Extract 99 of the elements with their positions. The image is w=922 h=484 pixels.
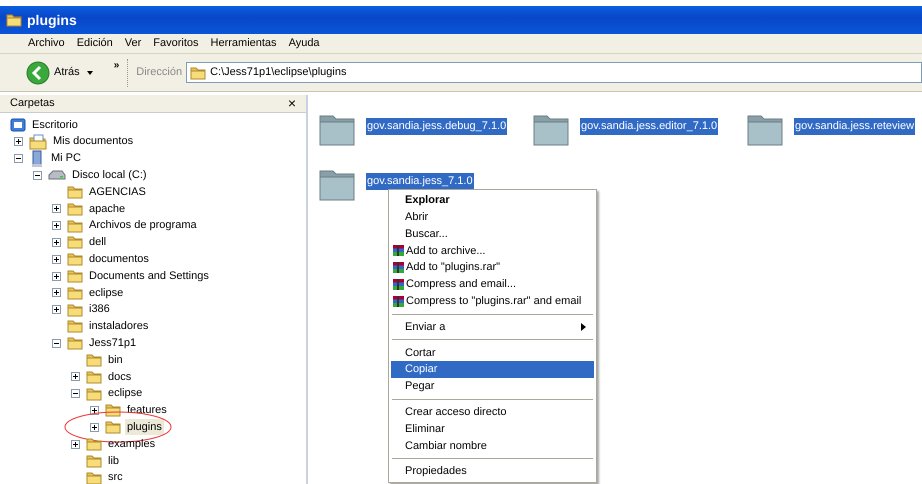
menu-item[interactable]: Compress to "plugins.rar" and email [391, 292, 594, 310]
collapse-icon[interactable] [33, 170, 42, 180]
menu-item[interactable]: Abrir [391, 208, 594, 226]
tree-item[interactable]: docs [106, 368, 134, 386]
folder-icon [105, 419, 121, 436]
archive-icon [392, 278, 405, 291]
tree-item[interactable]: Mis documentos [51, 133, 136, 150]
menu-item[interactable]: Edición [70, 35, 119, 52]
folder-icon [86, 352, 102, 368]
tree-item[interactable]: examples [106, 436, 158, 452]
expand-icon[interactable] [52, 272, 61, 281]
desktop-icon [10, 116, 26, 133]
collapse-icon[interactable] [14, 154, 23, 163]
folder-icon [6, 12, 22, 28]
menu-item[interactable]: Cambiar nombre [391, 437, 594, 454]
folder-icon [86, 386, 102, 402]
archive-icon [392, 244, 405, 258]
documents-folder-icon [29, 134, 47, 150]
tree-item[interactable]: Mi PC [49, 150, 83, 167]
file-name[interactable]: gov.sandia.jess.reteview [794, 118, 916, 134]
menu-item[interactable]: Eliminar [391, 420, 594, 438]
expand-icon[interactable] [52, 305, 61, 314]
close-button[interactable]: × [288, 96, 296, 110]
expand-icon[interactable] [52, 238, 61, 247]
drive-icon [48, 169, 66, 182]
folder-icon [67, 318, 83, 334]
menu-item[interactable]: Ver [118, 35, 148, 52]
file-name[interactable]: gov.sandia.jess_7.1.0 [366, 173, 474, 190]
folder-icon [190, 64, 206, 80]
menu-item[interactable]: Pegar [391, 378, 594, 395]
menu-item[interactable]: Herramientas [204, 35, 283, 52]
tree-item[interactable]: apache [87, 200, 128, 218]
tree-item[interactable]: documentos [87, 251, 151, 268]
tree-item[interactable]: features [125, 402, 169, 419]
tree-item[interactable]: eclipse [87, 284, 126, 302]
archive-icon [392, 261, 405, 274]
menu-item[interactable]: Crear acceso directo [391, 404, 594, 421]
tree-item[interactable]: i386 [87, 301, 112, 318]
folder-icon [67, 184, 83, 200]
collapse-icon[interactable] [71, 389, 80, 398]
menu-item[interactable]: Ayuda [282, 35, 326, 52]
expand-icon[interactable] [71, 372, 80, 382]
folder-icon [105, 402, 121, 418]
tree-item[interactable]: src [106, 469, 125, 484]
menu-item[interactable]: Compress and email... [391, 276, 594, 293]
menu-item[interactable]: Propiedades [391, 463, 594, 480]
tree-item[interactable]: lib [106, 452, 122, 470]
expand-icon[interactable] [90, 422, 99, 432]
tree-item[interactable]: Archivos de programa [87, 217, 199, 234]
collapse-icon[interactable] [52, 338, 61, 348]
folder-icon [86, 436, 102, 452]
menu-item[interactable]: Copiar [391, 361, 594, 378]
pane-title: Carpetas [10, 96, 55, 111]
tree-item[interactable]: plugins [125, 418, 164, 436]
menu-item[interactable]: Add to "plugins.rar" [391, 259, 594, 276]
folder-icon [67, 218, 83, 234]
menu-item[interactable]: Favoritos [147, 35, 205, 52]
submenu-arrow-icon [581, 322, 586, 331]
menu-item[interactable]: Buscar... [391, 226, 594, 242]
tree-item[interactable]: bin [106, 352, 125, 368]
menu-item[interactable]: Enviar a [391, 318, 594, 336]
tree-item[interactable]: dell [87, 234, 108, 251]
expand-icon[interactable] [52, 288, 61, 298]
folder-icon [67, 284, 83, 301]
expand-icon[interactable] [90, 406, 99, 415]
tree-item[interactable]: AGENCIAS [87, 184, 148, 200]
folder-icon [86, 452, 102, 469]
toolbar-chevron[interactable]: » [114, 58, 120, 73]
folder-icon [67, 268, 83, 284]
tree-item[interactable]: instaladores [87, 318, 150, 335]
tree-item[interactable]: Documents and Settings [87, 268, 211, 284]
expand-icon[interactable] [14, 137, 23, 146]
folder-icon [67, 234, 83, 250]
address-field[interactable]: C:\Jess71p1\eclipse\plugins [186, 62, 922, 83]
menu-item[interactable]: Archivo [22, 35, 71, 52]
expand-icon[interactable] [71, 440, 80, 449]
tree-item[interactable]: eclipse [106, 385, 144, 402]
folder-icon [67, 200, 83, 217]
folder-icon [86, 470, 102, 484]
menu-item[interactable]: Cortar [391, 344, 594, 362]
menu-item[interactable]: Add to archive... [391, 242, 594, 260]
expand-icon[interactable] [52, 221, 61, 230]
file-name[interactable]: gov.sandia.jess.debug_7.1.0 [366, 118, 508, 134]
tree-item[interactable]: Escritorio [30, 116, 80, 134]
archive-icon [392, 294, 405, 308]
computer-icon [29, 150, 45, 168]
menu-item[interactable]: Explorar [391, 192, 594, 209]
expand-icon[interactable] [52, 254, 61, 264]
folder-icon [67, 302, 83, 318]
file-name[interactable]: gov.sandia.jess.editor_7.1.0 [580, 118, 718, 134]
expand-icon[interactable] [52, 204, 61, 214]
back-button[interactable]: Atrás [22, 58, 100, 86]
tree-item[interactable]: Jess71p1 [87, 335, 138, 352]
address-label: Dirección [136, 65, 182, 80]
folder-icon [67, 335, 83, 352]
tree-item[interactable]: Disco local (C:) [70, 167, 149, 184]
folder-icon [86, 368, 102, 385]
folder-icon [67, 251, 83, 268]
window-title: plugins [27, 10, 77, 30]
